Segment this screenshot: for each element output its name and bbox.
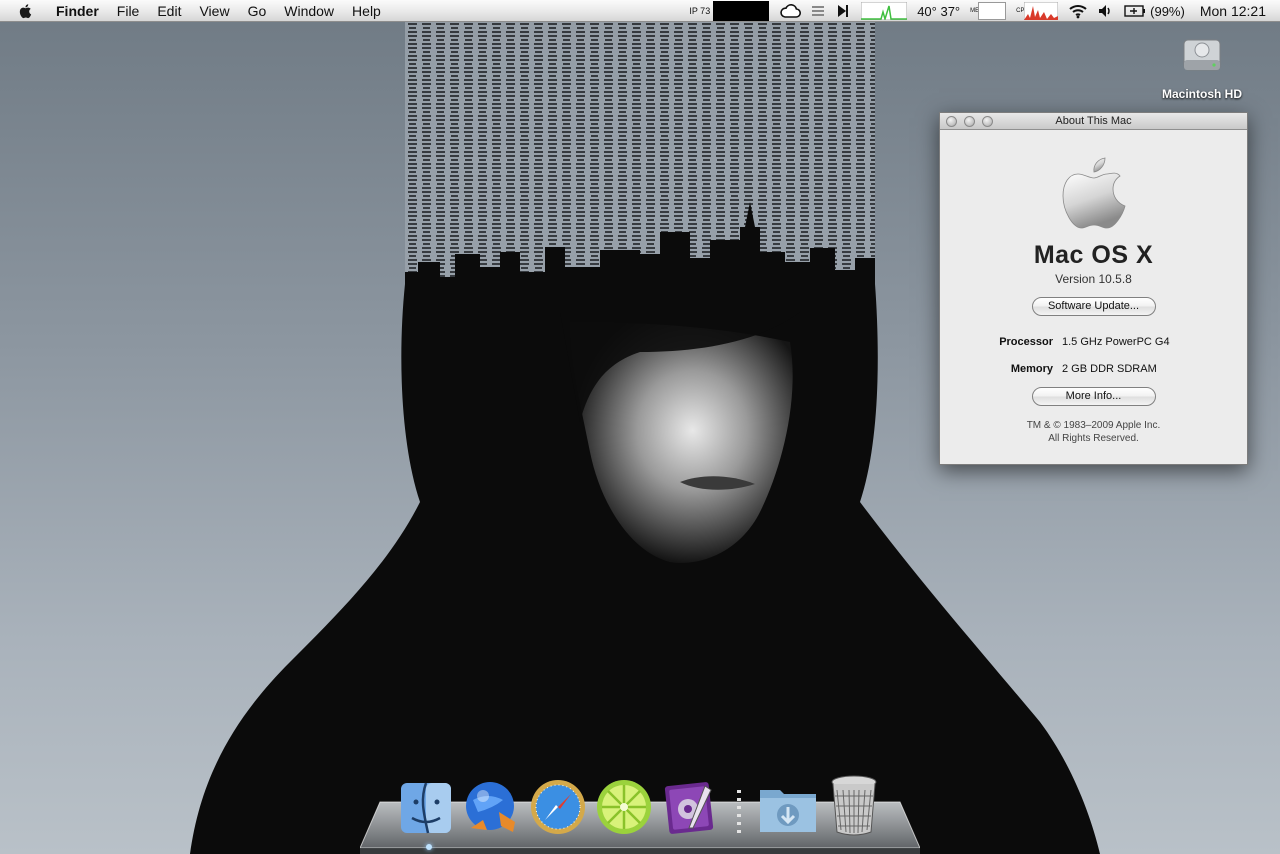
downloads-folder-icon <box>760 790 816 832</box>
hard-drive-icon <box>1183 39 1221 71</box>
network-graph-icon[interactable] <box>856 0 912 22</box>
copyright-line-1: TM & © 1983–2009 Apple Inc. <box>1026 420 1161 431</box>
battery-menu-extra[interactable]: (99%) <box>1119 0 1190 22</box>
ip-menu-extra[interactable]: IP 73 <box>684 0 774 22</box>
window-titlebar[interactable]: About This Mac <box>940 113 1247 130</box>
battery-icon <box>1124 5 1146 17</box>
ip-label: IP 73 <box>689 6 711 16</box>
temperature-readout[interactable]: 40° 37° <box>912 0 965 22</box>
dock-script-editor[interactable] <box>660 772 720 836</box>
app-menu-finder[interactable]: Finder <box>42 0 108 22</box>
text-column <box>405 22 875 282</box>
menu-go[interactable]: Go <box>239 0 276 22</box>
cpu-graph-icon <box>1024 2 1059 20</box>
close-button[interactable] <box>946 116 957 127</box>
play-icon[interactable] <box>830 0 856 22</box>
volume-icon[interactable] <box>1093 0 1119 22</box>
copyright-line-2: All Rights Reserved. <box>1048 433 1139 444</box>
window-body: Mac OS X Version 10.5.8 Software Update.… <box>940 130 1247 445</box>
menu-extras: IP 73 40° 37° MEM CPU (99%) Mon 12:21 <box>684 0 1280 22</box>
menu-edit[interactable]: Edit <box>148 0 190 22</box>
menu-file[interactable]: File <box>108 0 149 22</box>
menu-window[interactable]: Window <box>275 0 343 22</box>
more-info-button[interactable]: More Info... <box>1031 387 1156 406</box>
safari-icon <box>531 780 585 834</box>
dock-separator <box>726 780 752 836</box>
dock-finder[interactable] <box>396 772 456 836</box>
dock-camino-browser[interactable] <box>462 772 522 836</box>
ip-redacted <box>713 1 770 21</box>
cpu-meter[interactable]: CPU <box>1011 0 1063 22</box>
memory-bar <box>978 2 1007 20</box>
window-controls <box>946 116 993 127</box>
limewire-icon <box>597 780 651 834</box>
os-name: Mac OS X <box>1033 241 1154 269</box>
menu-help[interactable]: Help <box>343 0 390 22</box>
processor-label: Processor <box>999 336 1053 348</box>
mem-label: MEM <box>970 8 985 14</box>
dock-trash[interactable] <box>824 772 884 836</box>
menu-bar: Finder File Edit View Go Window Help IP … <box>0 0 1280 22</box>
macintosh-hd-desktop-icon[interactable]: Macintosh HD <box>1156 30 1248 101</box>
dock-downloads-folder[interactable] <box>758 772 818 836</box>
memory-meter[interactable]: MEM <box>965 0 1011 22</box>
finder-icon <box>401 782 451 834</box>
list-icon[interactable] <box>806 0 830 22</box>
window-title: About This Mac <box>1055 115 1132 127</box>
processor-value: 1.5 GHz PowerPC G4 <box>1062 336 1170 348</box>
cpu-label: CPU <box>1016 8 1029 14</box>
software-update-button[interactable]: Software Update... <box>1031 297 1156 316</box>
about-this-mac-window: About This Mac Mac OS X Version 10.5.8 S… <box>939 112 1248 465</box>
trash-icon <box>831 775 877 836</box>
memory-label: Memory <box>1010 363 1053 375</box>
cloud-icon[interactable] <box>774 0 806 22</box>
battery-percent: (99%) <box>1150 3 1185 19</box>
memory-value: 2 GB DDR SDRAM <box>1062 363 1157 375</box>
minimize-button[interactable] <box>964 116 975 127</box>
camino-browser-icon <box>466 782 515 832</box>
menu-clock[interactable]: Mon 12:21 <box>1190 0 1280 22</box>
script-editor-icon <box>664 782 714 834</box>
hd-label: Macintosh HD <box>1161 87 1242 101</box>
os-version: Version 10.5.8 <box>1055 272 1132 286</box>
running-indicator <box>426 844 432 850</box>
apple-logo-icon <box>1062 157 1125 229</box>
processor-row: Processor 1.5 GHz PowerPC G4 <box>940 336 1247 348</box>
copyright-text: TM & © 1983–2009 Apple Inc. All Rights R… <box>940 419 1247 445</box>
apple-menu-icon[interactable] <box>18 3 42 19</box>
dock-limewire[interactable] <box>594 772 654 836</box>
wifi-icon[interactable] <box>1063 0 1093 22</box>
zoom-button[interactable] <box>982 116 993 127</box>
memory-row: Memory 2 GB DDR SDRAM <box>940 363 1247 375</box>
dock <box>396 770 884 836</box>
dock-safari[interactable] <box>528 772 588 836</box>
menu-view[interactable]: View <box>190 0 238 22</box>
